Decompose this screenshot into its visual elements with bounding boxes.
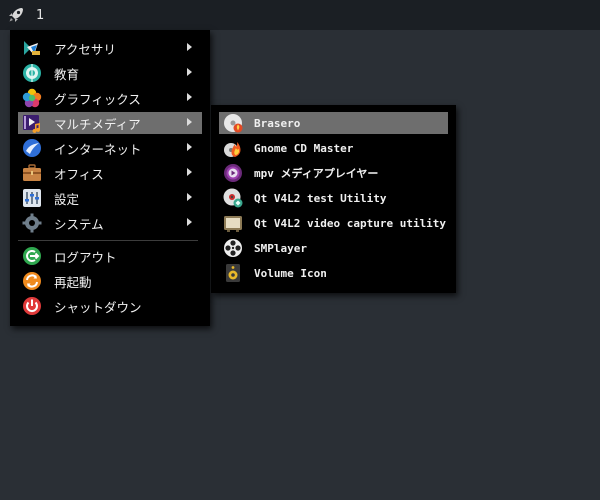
app-item-volume-icon[interactable]: Volume Icon <box>219 262 448 284</box>
menu-item-system[interactable]: システム <box>18 212 202 234</box>
menu-separator <box>18 240 198 241</box>
menu-item-label: アクセサリ <box>54 41 116 57</box>
qvidcap-icon <box>223 213 243 233</box>
smplayer-icon <box>223 238 243 258</box>
app-item-label: Volume Icon <box>254 266 327 280</box>
accessories-icon <box>22 38 42 58</box>
submenu-arrow-icon <box>187 168 192 176</box>
qv4l2-icon <box>223 188 243 208</box>
submenu-arrow-icon <box>187 68 192 76</box>
app-item-gnome-cd-master[interactable]: Gnome CD Master <box>219 137 448 159</box>
submenu-arrow-icon <box>187 193 192 201</box>
app-item-label: SMPlayer <box>254 241 307 255</box>
menu-item-accessories[interactable]: アクセサリ <box>18 37 202 59</box>
internet-icon <box>22 138 42 158</box>
logout-icon <box>22 246 42 266</box>
menu-item-label: シャットダウン <box>54 299 142 315</box>
submenu-arrow-icon <box>187 93 192 101</box>
submenu-arrow-icon <box>187 143 192 151</box>
app-item-qv4l2[interactable]: Qt V4L2 test Utility <box>219 187 448 209</box>
office-icon <box>22 163 42 183</box>
education-icon <box>22 63 42 83</box>
menu-item-label: インターネット <box>54 141 142 157</box>
menu-item-internet[interactable]: インターネット <box>18 137 202 159</box>
menu-item-label: マルチメディア <box>54 116 141 132</box>
app-item-brasero[interactable]: Brasero <box>219 112 448 134</box>
settings-icon <box>22 188 42 208</box>
app-item-mpv[interactable]: mpv メディアプレイヤー <box>219 162 448 184</box>
taskbar: 1 <box>0 0 600 30</box>
rocket-icon[interactable] <box>4 3 28 27</box>
mpv-icon <box>223 163 243 183</box>
multimedia-icon <box>22 113 42 133</box>
volume-icon <box>223 263 243 283</box>
menu-item-label: 設定 <box>54 191 80 207</box>
menu-item-label: グラフィックス <box>54 91 141 107</box>
gnome-cd-master-icon <box>223 138 243 158</box>
menu-item-label: システム <box>54 216 104 232</box>
app-item-label: Brasero <box>254 116 301 130</box>
app-item-smplayer[interactable]: SMPlayer <box>219 237 448 259</box>
app-item-label: Gnome CD Master <box>254 141 354 155</box>
submenu-arrow-icon <box>187 43 192 51</box>
menu-item-logout[interactable]: ログアウト <box>18 245 202 267</box>
menu-item-multimedia[interactable]: マルチメディア <box>18 112 202 134</box>
menu-item-reboot[interactable]: 再起動 <box>18 270 202 292</box>
system-icon <box>22 213 42 233</box>
shutdown-icon <box>22 296 42 316</box>
application-menu: アクセサリ 教育 グラフィックス マルチメディア インターネット オフィス 設定… <box>10 30 210 326</box>
submenu-arrow-icon <box>187 218 192 226</box>
brasero-icon <box>223 113 243 133</box>
menu-item-graphics[interactable]: グラフィックス <box>18 87 202 109</box>
menu-item-settings[interactable]: 設定 <box>18 187 202 209</box>
multimedia-submenu: Brasero Gnome CD Master mpv メディアプレイヤー Qt… <box>211 105 456 293</box>
menu-item-label: 教育 <box>54 66 80 82</box>
app-item-label: Qt V4L2 video capture utility <box>254 216 447 230</box>
menu-item-office[interactable]: オフィス <box>18 162 202 184</box>
submenu-arrow-icon <box>187 118 192 126</box>
menu-item-label: オフィス <box>54 166 104 182</box>
graphics-icon <box>22 88 42 108</box>
workspace-indicator[interactable]: 1 <box>36 8 44 23</box>
app-item-qvidcap[interactable]: Qt V4L2 video capture utility <box>219 212 448 234</box>
reboot-icon <box>22 271 42 291</box>
menu-item-label: ログアウト <box>54 249 117 265</box>
menu-item-label: 再起動 <box>54 274 92 290</box>
app-item-label: Qt V4L2 test Utility <box>254 191 387 205</box>
menu-item-education[interactable]: 教育 <box>18 62 202 84</box>
app-item-label: mpv メディアプレイヤー <box>254 167 379 180</box>
menu-item-shutdown[interactable]: シャットダウン <box>18 295 202 317</box>
